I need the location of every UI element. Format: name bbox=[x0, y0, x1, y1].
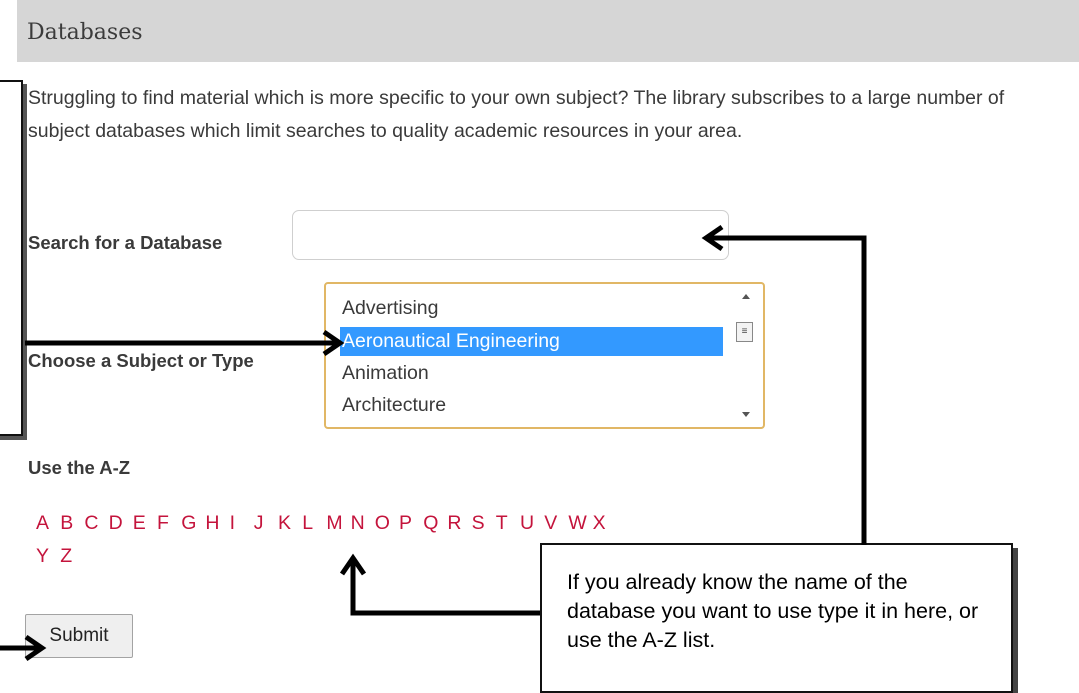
section-header: Databases bbox=[17, 0, 1079, 62]
arrowhead bbox=[339, 553, 367, 576]
section-title: Databases bbox=[27, 20, 143, 45]
callout-text: If you already know the name of the data… bbox=[567, 570, 979, 652]
subject-option[interactable]: Animation bbox=[340, 359, 723, 388]
az-letter-link[interactable]: O bbox=[375, 512, 390, 535]
az-letter-link[interactable]: S bbox=[472, 512, 485, 535]
az-letter-link[interactable]: E bbox=[133, 512, 146, 535]
az-letter-link[interactable]: Q bbox=[423, 512, 438, 535]
az-letter-link[interactable]: N bbox=[351, 512, 365, 535]
subject-option[interactable]: Advertising bbox=[340, 294, 723, 323]
az-letter-link[interactable]: V bbox=[544, 512, 557, 535]
subject-option[interactable]: Architecture bbox=[340, 391, 723, 420]
az-letter-link[interactable]: Z bbox=[60, 545, 72, 568]
az-letter-link[interactable]: K bbox=[278, 512, 291, 535]
partial-callout-box bbox=[0, 80, 23, 436]
scroll-down-arrow-icon[interactable] bbox=[742, 412, 750, 417]
az-letter-link[interactable]: U bbox=[520, 512, 534, 535]
callout-box: If you already know the name of the data… bbox=[540, 543, 1013, 693]
database-search-input[interactable] bbox=[292, 210, 729, 260]
az-letter-link[interactable]: J bbox=[254, 512, 264, 535]
search-label: Search for a Database bbox=[28, 232, 223, 253]
az-letter-link[interactable]: R bbox=[447, 512, 461, 535]
az-letter-link[interactable]: H bbox=[205, 512, 219, 535]
az-letter-link[interactable]: A bbox=[36, 512, 49, 535]
az-letter-link[interactable]: T bbox=[496, 512, 508, 535]
submit-button[interactable]: Submit bbox=[25, 614, 133, 658]
az-letter-link[interactable]: D bbox=[109, 512, 123, 535]
az-letter-link[interactable]: P bbox=[399, 512, 412, 535]
subject-option-selected[interactable]: Aeronautical Engineering bbox=[340, 327, 723, 356]
az-letter-link[interactable]: W bbox=[568, 512, 586, 535]
scroll-up-arrow-icon[interactable] bbox=[742, 294, 750, 299]
az-letter-link[interactable]: G bbox=[181, 512, 196, 535]
az-letter-link[interactable]: F bbox=[157, 512, 169, 535]
arrow-to-az-list bbox=[350, 560, 540, 616]
az-letter-link[interactable]: L bbox=[302, 512, 313, 535]
az-letter-link[interactable]: X bbox=[593, 512, 606, 535]
az-letter-link[interactable]: C bbox=[84, 512, 98, 535]
az-letter-link[interactable]: I bbox=[230, 512, 235, 535]
listbox-scrollbar[interactable]: ≡ bbox=[730, 284, 763, 427]
subject-listbox[interactable]: Advertising Aeronautical Engineering Ani… bbox=[324, 282, 765, 429]
az-label: Use the A-Z bbox=[28, 457, 131, 478]
subject-label: Choose a Subject or Type bbox=[28, 350, 254, 371]
az-letter-link[interactable]: Y bbox=[36, 545, 49, 568]
az-letter-link[interactable]: B bbox=[60, 512, 73, 535]
intro-text: Struggling to find material which is mor… bbox=[28, 87, 1005, 142]
az-letter-link[interactable]: M bbox=[326, 512, 342, 535]
scroll-thumb-icon[interactable]: ≡ bbox=[736, 322, 753, 342]
